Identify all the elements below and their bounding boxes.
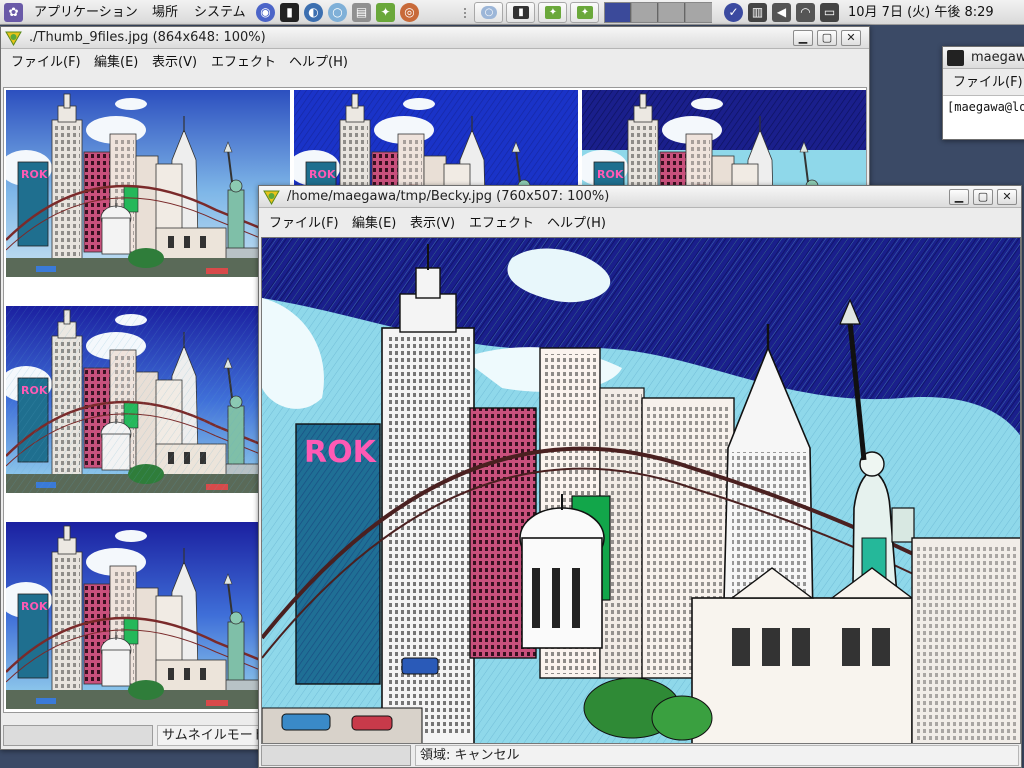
close-button[interactable]: ✕	[841, 30, 861, 46]
terminal-menubar: ファイル(F)	[943, 71, 1024, 95]
thumbnail-status-mode: サムネイルモード	[157, 725, 267, 746]
image-viewer-app-icon	[5, 31, 22, 46]
web-browser-icon[interactable]: ◐	[304, 3, 323, 22]
minimize-button[interactable]: ▁	[949, 189, 969, 205]
clock[interactable]: 10月 7日 (火) 午後 8:29	[848, 0, 994, 25]
maximize-button[interactable]: ▢	[973, 189, 993, 205]
terminal-window: maegawa ファイル(F) [maegawa@lo	[942, 46, 1024, 140]
image-viewer-app-icon	[263, 190, 280, 205]
volume-icon[interactable]: ◀	[772, 3, 791, 22]
svg-text:ROK: ROK	[304, 435, 378, 470]
thumbnail-menubar: ファイル(F) 編集(E) 表示(V) エフェクト ヘルプ(H)	[1, 51, 869, 75]
menu-file[interactable]: ファイル(F)	[11, 51, 81, 75]
maximize-button[interactable]: ▢	[817, 30, 837, 46]
workspace-3[interactable]	[659, 3, 685, 22]
image-status-field	[261, 745, 411, 766]
thumbnail-1[interactable]	[6, 90, 290, 277]
thumbnail-status-field	[3, 725, 153, 746]
menu-effects[interactable]: エフェクト	[211, 51, 276, 75]
taskbar-button-viewer-1[interactable]: ✦	[538, 2, 567, 23]
menu-file[interactable]: ファイル(F)	[269, 212, 339, 236]
terminal-prompt: [maegawa@lo	[947, 100, 1024, 114]
disk-icon[interactable]: ▤	[352, 3, 371, 22]
terminal-app-icon	[947, 50, 964, 66]
taskbar-button-browser[interactable]: ○	[474, 2, 503, 23]
display-icon[interactable]: ▭	[820, 3, 839, 22]
workspace-switcher[interactable]	[604, 2, 712, 23]
menu-help[interactable]: ヘルプ(H)	[547, 212, 606, 236]
workspace-2[interactable]	[632, 3, 658, 22]
network-icon[interactable]: ◠	[796, 3, 815, 22]
taskbar-button-terminal[interactable]: ▮	[506, 2, 535, 23]
firefox-icon[interactable]: ◉	[256, 3, 275, 22]
image-menubar: ファイル(F) 編集(E) 表示(V) エフェクト ヘルプ(H)	[259, 212, 1021, 236]
minimize-button[interactable]: ▁	[793, 30, 813, 46]
menu-system[interactable]: システム	[194, 0, 246, 25]
terminal-title: maegawa	[971, 50, 1024, 65]
close-button[interactable]: ✕	[997, 189, 1017, 205]
menu-applications[interactable]: アプリケーション	[34, 0, 138, 25]
menu-effects[interactable]: エフェクト	[469, 212, 534, 236]
image-canvas[interactable]: ROK	[261, 237, 1021, 744]
thumbnail-window-title: ./Thumb_9files.jpg (864x648: 100%)	[29, 30, 266, 45]
menu-edit[interactable]: 編集(E)	[352, 212, 396, 236]
terminal-titlebar[interactable]: maegawa	[943, 47, 1024, 69]
battery-icon[interactable]: ▥	[748, 3, 767, 22]
image-titlebar[interactable]: /home/maegawa/tmp/Becky.jpg (760x507: 10…	[259, 186, 1021, 208]
thumbnail-7[interactable]	[6, 522, 290, 709]
terminal-icon[interactable]: ▮	[280, 3, 299, 22]
terminal-body[interactable]: [maegawa@lo	[943, 95, 1024, 139]
top-panel: ✿ アプリケーション 場所 システム ◉ ▮ ◐ ○ ▤ ✦ ◎ ○ ▮ ✦ ✦…	[0, 0, 1024, 25]
menu-places[interactable]: 場所	[152, 0, 178, 25]
workspace-4[interactable]	[686, 3, 712, 22]
vpn-icon[interactable]: ✓	[724, 3, 743, 22]
gnome-foot-icon[interactable]: ✿	[4, 3, 23, 22]
menu-help[interactable]: ヘルプ(H)	[289, 51, 348, 75]
terminal-menu-file[interactable]: ファイル(F)	[953, 71, 1023, 95]
workspace-1[interactable]	[605, 3, 631, 22]
thumbnail-4[interactable]	[6, 306, 290, 493]
menu-view[interactable]: 表示(V)	[152, 51, 197, 75]
menu-edit[interactable]: 編集(E)	[94, 51, 138, 75]
image-viewer-icon[interactable]: ✦	[376, 3, 395, 22]
image-status-text: 領域: キャンセル	[415, 745, 1019, 766]
thumbnail-titlebar[interactable]: ./Thumb_9files.jpg (864x648: 100%) ▁ ▢ ✕	[1, 27, 869, 49]
image-window: /home/maegawa/tmp/Becky.jpg (760x507: 10…	[258, 185, 1022, 768]
menu-view[interactable]: 表示(V)	[410, 212, 455, 236]
taskbar-button-viewer-2[interactable]: ✦	[570, 2, 599, 23]
image-window-title: /home/maegawa/tmp/Becky.jpg (760x507: 10…	[287, 189, 610, 204]
network-globe-icon[interactable]: ○	[328, 3, 347, 22]
gimp-icon[interactable]: ◎	[400, 3, 419, 22]
